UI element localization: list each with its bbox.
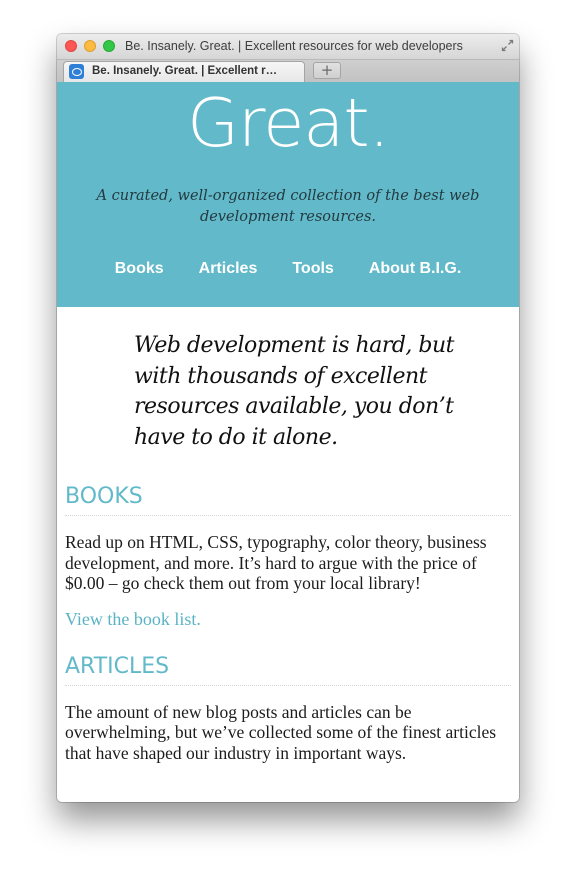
- site-logo[interactable]: Great.: [57, 82, 519, 162]
- tab-bar: Be. Insanely. Great. | Excellent r… +: [57, 60, 519, 83]
- books-heading: BOOKS: [65, 483, 511, 516]
- zoom-button-icon[interactable]: [103, 40, 115, 52]
- close-button-icon[interactable]: [65, 40, 77, 52]
- nav-link-tools[interactable]: Tools: [292, 260, 333, 278]
- articles-description: The amount of new blog posts and article…: [65, 701, 497, 763]
- books-description: Read up on HTML, CSS, typography, color …: [65, 532, 487, 593]
- main-nav: Books Articles Tools About B.I.G.: [57, 260, 519, 278]
- masthead: Great. A curated, well-organized collect…: [57, 82, 519, 307]
- site-favicon-icon: [69, 64, 84, 79]
- articles-heading: ARTICLES: [65, 653, 511, 686]
- books-section: BOOKS Read up on HTML, CSS, typography, …: [65, 483, 511, 629]
- page-viewport[interactable]: Great. A curated, well-organized collect…: [57, 82, 519, 802]
- title-bar: Be. Insanely. Great. | Excellent resourc…: [57, 34, 519, 60]
- tab-active[interactable]: Be. Insanely. Great. | Excellent r…: [63, 61, 305, 82]
- browser-window: Be. Insanely. Great. | Excellent resourc…: [57, 34, 519, 802]
- window-title: Be. Insanely. Great. | Excellent resourc…: [125, 39, 463, 53]
- tab-label: Be. Insanely. Great. | Excellent r…: [92, 65, 278, 77]
- expand-arrows-icon[interactable]: [501, 39, 514, 52]
- new-tab-button[interactable]: +: [313, 62, 341, 79]
- book-list-link[interactable]: View the book list.: [65, 609, 201, 629]
- nav-link-about[interactable]: About B.I.G.: [369, 260, 461, 278]
- nav-link-books[interactable]: Books: [115, 260, 164, 278]
- site-tagline: A curated, well-organized collection of …: [96, 188, 480, 225]
- minimize-button-icon[interactable]: [84, 40, 96, 52]
- articles-section: ARTICLES The amount of new blog posts an…: [65, 653, 511, 764]
- intro-statement: Web development is hard, but with thousa…: [134, 333, 455, 450]
- nav-link-articles[interactable]: Articles: [199, 260, 258, 278]
